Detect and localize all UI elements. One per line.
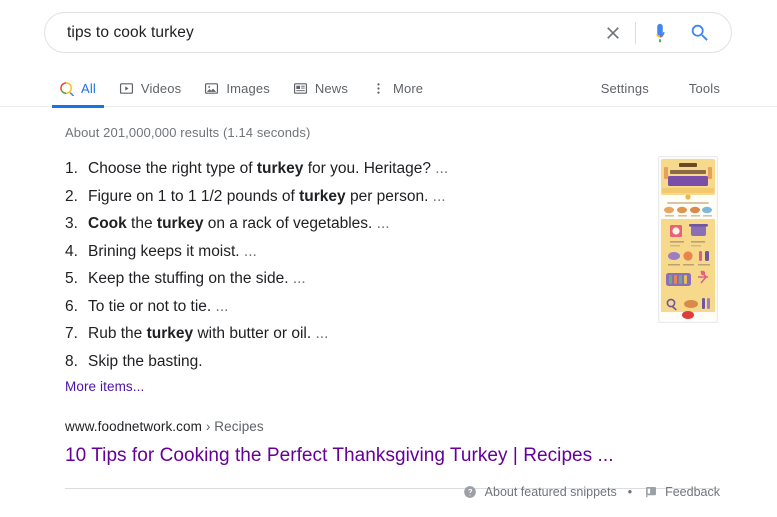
featured-snippet-list: Choose the right type of turkey for you.… [65, 155, 625, 375]
result-url: www.foodnetwork.com › Recipes [65, 419, 264, 434]
list-item: Rub the turkey with butter or oil. ... [65, 320, 625, 348]
tab-images-label: Images [226, 81, 270, 97]
tools-button[interactable]: Tools [689, 81, 720, 96]
featured-snippet: Choose the right type of turkey for you.… [65, 155, 625, 375]
snippet-item-8-text: Skip the basting. [88, 353, 203, 370]
tab-videos-label: Videos [141, 81, 181, 97]
snippet-item-7-text: Rub the turkey with butter or oil. ... [88, 325, 328, 342]
video-play-icon [118, 80, 135, 97]
breadcrumb-separator: › [206, 419, 211, 434]
image-icon [203, 80, 220, 97]
snippet-item-5-text: Keep the stuffing on the side. ... [88, 270, 306, 287]
tab-all-label: All [81, 81, 96, 97]
result-stats: About 201,000,000 results (1.14 seconds) [65, 125, 310, 140]
microphone-icon[interactable] [647, 20, 673, 46]
tab-all[interactable]: All [58, 72, 96, 107]
feedback-label: Feedback [665, 485, 720, 499]
nav-right-actions: Settings Tools [561, 72, 720, 105]
list-item: Cook the turkey on a rack of vegetables.… [65, 210, 625, 238]
more-items-link[interactable]: More items... [65, 379, 144, 394]
close-x-icon[interactable] [600, 20, 626, 46]
snippet-item-6-text: To tie or not to tie. ... [88, 298, 228, 315]
list-item: Brining keeps it moist. ... [65, 238, 625, 266]
footer-separator: • [628, 485, 632, 499]
tab-more[interactable]: More [370, 72, 423, 107]
feedback-link[interactable]: Feedback [643, 485, 720, 500]
google-search-results-page: tips to cook turkey [0, 0, 777, 517]
magnifier-icon [58, 80, 75, 97]
flag-icon [643, 485, 658, 500]
search-mode-tabs: All Videos [58, 72, 445, 107]
search-bar[interactable]: tips to cook turkey [44, 12, 732, 53]
tab-news-label: News [315, 81, 348, 97]
search-bar-container: tips to cook turkey [44, 12, 732, 53]
snippet-item-4-text: Brining keeps it moist. ... [88, 243, 257, 260]
list-item: To tie or not to tie. ... [65, 293, 625, 321]
list-item: Keep the stuffing on the side. ... [65, 265, 625, 293]
about-featured-snippets-link[interactable]: About featured snippets [463, 485, 617, 500]
snippet-footer: About featured snippets • Feedback [463, 481, 720, 503]
snippet-item-3-text: Cook the turkey on a rack of vegetables.… [88, 215, 390, 232]
search-nav-bar: All Videos [0, 72, 777, 107]
settings-button[interactable]: Settings [601, 81, 649, 96]
tab-more-label: More [393, 81, 423, 97]
about-featured-snippets-label: About featured snippets [485, 485, 617, 499]
magnifier-icon[interactable] [687, 20, 713, 46]
result-title-link[interactable]: 10 Tips for Cooking the Perfect Thanksgi… [65, 443, 614, 469]
list-item: Choose the right type of turkey for you.… [65, 155, 625, 183]
featured-snippet-thumbnail[interactable] [658, 156, 718, 323]
kebab-menu-icon [370, 80, 387, 97]
list-item: Skip the basting. [65, 348, 625, 376]
tab-videos[interactable]: Videos [118, 72, 181, 107]
breadcrumb: Recipes [214, 419, 263, 434]
tab-news[interactable]: News [292, 72, 348, 107]
thanksgiving-turkey-infographic-icon [659, 157, 717, 322]
list-item: Figure on 1 to 1 1/2 pounds of turkey pe… [65, 183, 625, 211]
search-bar-divider [635, 22, 636, 44]
snippet-item-1-text: Choose the right type of turkey for you.… [88, 160, 448, 177]
search-input[interactable]: tips to cook turkey [67, 23, 600, 43]
snippet-item-2-text: Figure on 1 to 1 1/2 pounds of turkey pe… [88, 188, 446, 205]
help-circle-icon [463, 485, 478, 500]
tab-images[interactable]: Images [203, 72, 270, 107]
newspaper-icon [292, 80, 309, 97]
result-domain: www.foodnetwork.com [65, 419, 202, 434]
